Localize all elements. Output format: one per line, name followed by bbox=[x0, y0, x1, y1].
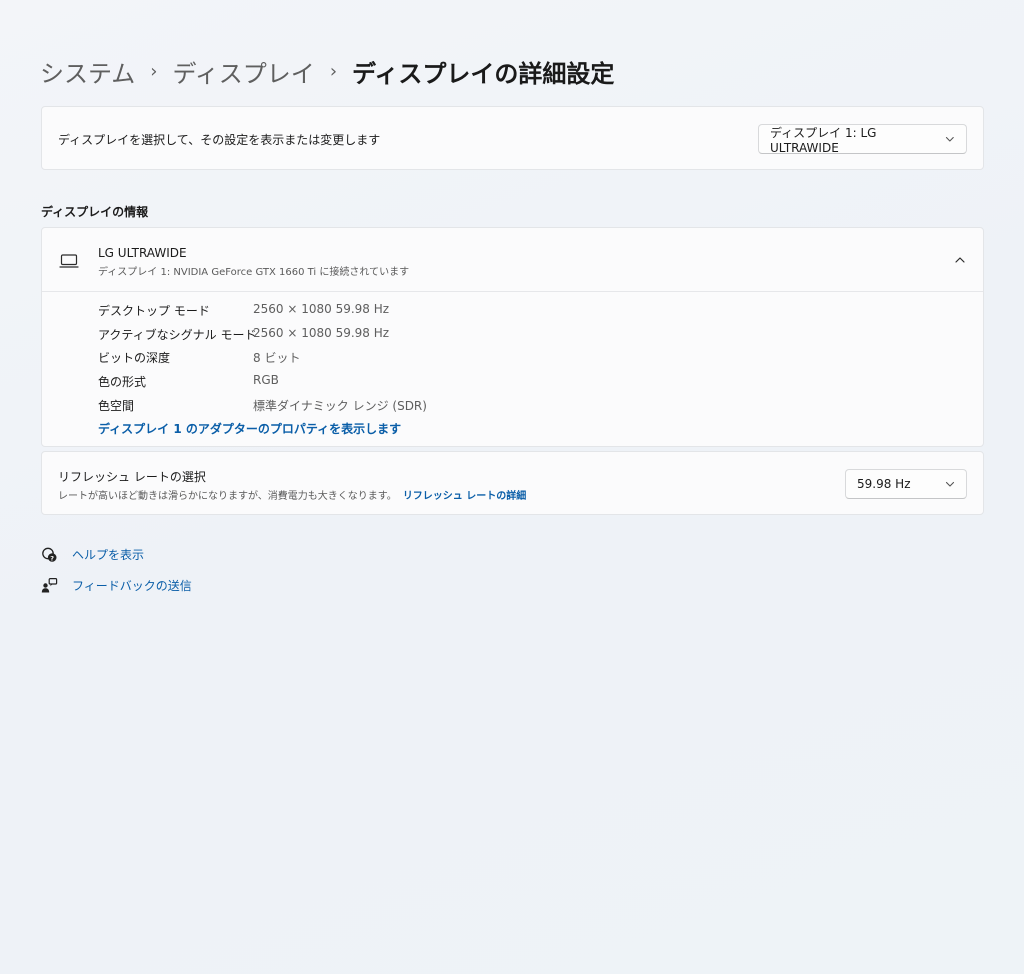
display-select-dropdown[interactable]: ディスプレイ 1: LG ULTRAWIDE bbox=[758, 124, 967, 155]
info-label: 色空間 bbox=[98, 399, 135, 413]
display-info-header[interactable]: LG ULTRAWIDE ディスプレイ 1: NVIDIA GeForce GT… bbox=[42, 228, 983, 292]
display-select-description: ディスプレイを選択して、その設定を表示または変更します bbox=[58, 133, 381, 147]
info-value: RGB bbox=[253, 373, 279, 387]
page-title: ディスプレイの詳細設定 bbox=[352, 60, 615, 88]
info-value: 8 ビット bbox=[253, 351, 301, 365]
refresh-rate-dropdown[interactable]: 59.98 Hz bbox=[845, 469, 967, 499]
info-value: 2560 × 1080 59.98 Hz bbox=[253, 326, 390, 340]
info-label: デスクトップ モード bbox=[98, 304, 210, 318]
display-select-card: ディスプレイを選択して、その設定を表示または変更します ディスプレイ 1: LG… bbox=[41, 106, 984, 170]
refresh-rate-description-line: レートが高いほど動きは滑らかになりますが、消費電力も大きくなります。 リフレッシュ… bbox=[58, 487, 526, 502]
refresh-rate-details-link[interactable]: リフレッシュ レートの詳細 bbox=[403, 491, 526, 502]
breadcrumb-item-display[interactable]: ディスプレイ bbox=[172, 54, 314, 89]
get-help-label: ヘルプを表示 bbox=[72, 548, 145, 562]
refresh-rate-title: リフレッシュ レートの選択 bbox=[58, 470, 206, 484]
display-name: LG ULTRAWIDE bbox=[98, 246, 187, 260]
breadcrumb: システム › ディスプレイ › ディスプレイの詳細設定 bbox=[40, 54, 614, 89]
breadcrumb-item-system[interactable]: システム bbox=[40, 54, 135, 89]
refresh-rate-description: レートが高いほど動きは滑らかになりますが、消費電力も大きくなります。 bbox=[58, 491, 397, 502]
refresh-rate-card: リフレッシュ レートの選択 レートが高いほど動きは滑らかになりますが、消費電力も… bbox=[41, 451, 984, 515]
chevron-down-icon bbox=[945, 481, 955, 487]
refresh-rate-value: 59.98 Hz bbox=[857, 477, 911, 491]
info-label: アクティブなシグナル モード bbox=[98, 328, 257, 342]
info-value: 標準ダイナミック レンジ (SDR) bbox=[253, 399, 427, 413]
adapter-properties-link[interactable]: ディスプレイ 1 のアダプターのプロパティを表示します bbox=[98, 420, 401, 437]
help-icon: ? bbox=[42, 547, 57, 562]
info-label: 色の形式 bbox=[98, 375, 147, 389]
display-connection-info: ディスプレイ 1: NVIDIA GeForce GTX 1660 Ti に接続… bbox=[98, 267, 410, 278]
info-label: ビットの深度 bbox=[98, 351, 171, 365]
display-info-card: LG ULTRAWIDE ディスプレイ 1: NVIDIA GeForce GT… bbox=[41, 227, 984, 447]
display-select-value: ディスプレイ 1: LG ULTRAWIDE bbox=[770, 125, 877, 155]
breadcrumb-separator: › bbox=[150, 61, 158, 82]
display-info-section-title: ディスプレイの情報 bbox=[41, 205, 149, 219]
chevron-down-icon bbox=[946, 137, 955, 142]
send-feedback-link[interactable]: フィードバックの送信 bbox=[41, 577, 192, 594]
feedback-icon bbox=[41, 578, 58, 593]
info-value: 2560 × 1080 59.98 Hz bbox=[253, 302, 390, 316]
get-help-link[interactable]: ? ヘルプを表示 bbox=[41, 546, 144, 563]
breadcrumb-separator: › bbox=[329, 61, 338, 82]
chevron-up-icon[interactable] bbox=[953, 254, 967, 266]
svg-text:?: ? bbox=[50, 554, 54, 562]
monitor-icon bbox=[59, 254, 79, 268]
send-feedback-label: フィードバックの送信 bbox=[72, 579, 192, 593]
